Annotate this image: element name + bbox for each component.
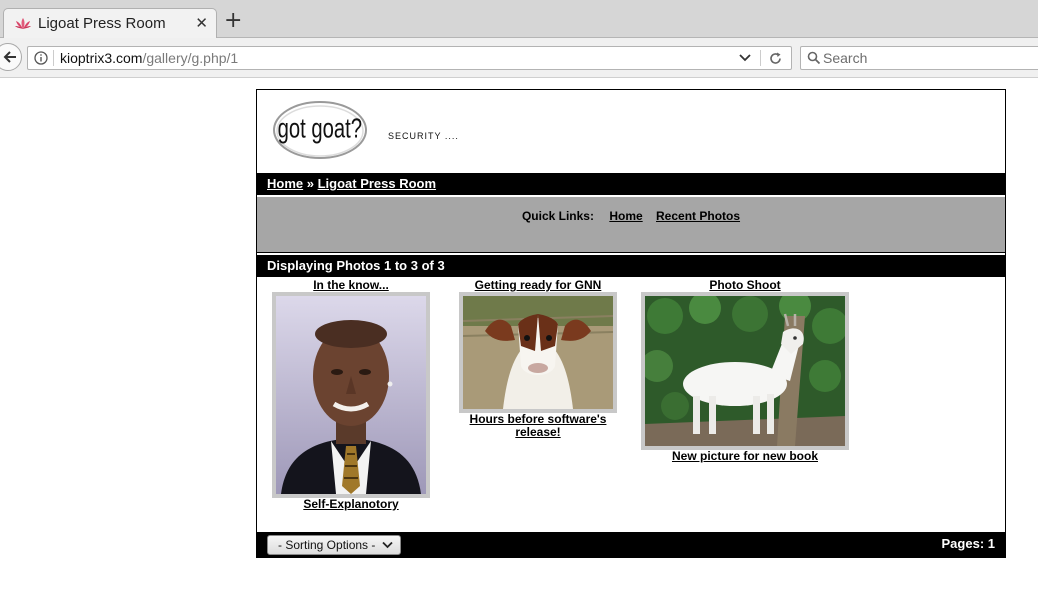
url-host: kioptrix3.com [60,50,143,66]
photo-thumbnail[interactable] [459,292,617,413]
breadcrumb: Home » Ligoat Press Room [257,173,1005,195]
quick-links-bar: Quick Links: Home Recent Photos [257,197,1005,253]
breadcrumb-current-link[interactable]: Ligoat Press Room [318,176,436,191]
chevron-down-icon [382,541,393,549]
white-goat-icon [645,296,845,446]
gallery-container: got goat? SECURITY .... Home » Ligoat Pr… [256,89,1006,558]
lotus-favicon-icon [15,18,31,29]
photo-grid: In the know... Self-Explanotory Getting … [257,279,1005,531]
new-tab-icon[interactable]: + [224,9,242,33]
photo-caption-link[interactable]: Hours before software's release! [459,413,617,439]
back-arrow-icon [3,51,16,63]
sorting-options-select[interactable]: - Sorting Options - [267,535,401,555]
navigation-bar: kioptrix3.com/gallery/g.php/1 [0,38,1038,78]
sorting-options-label: - Sorting Options - [278,538,376,552]
chevron-down-icon[interactable] [739,53,751,63]
url-bar[interactable]: kioptrix3.com/gallery/g.php/1 [27,46,792,70]
gallery-footer: - Sorting Options - Pages: 1 [257,532,1005,557]
info-icon[interactable] [34,51,48,65]
url-divider [53,50,54,66]
search-bar[interactable] [800,46,1038,70]
photo-item: Getting ready for GNN Hours before softw… [459,279,617,449]
portrait-man-icon [276,296,426,494]
site-header: got goat? SECURITY .... [257,90,1005,172]
tab-bar: Ligoat Press Room ✕ + [0,0,1038,38]
site-tagline: SECURITY .... [388,131,459,141]
photo-title-link[interactable]: Photo Shoot [641,279,849,292]
goat-closeup-icon [463,296,613,409]
photo-title-link[interactable]: In the know... [272,279,430,292]
breadcrumb-separator: » [303,176,318,191]
url-text[interactable]: kioptrix3.com/gallery/g.php/1 [60,49,238,67]
photo-count-bar: Displaying Photos 1 to 3 of 3 [257,255,1005,277]
browser-tab[interactable]: Ligoat Press Room ✕ [3,8,217,38]
quick-link-recent-photos[interactable]: Recent Photos [656,209,740,223]
url-divider [760,50,761,66]
reload-icon[interactable] [768,51,783,66]
svg-text:got goat?: got goat? [278,114,362,145]
photo-item: Photo Shoot New picture for new book [641,279,849,464]
back-button[interactable] [0,43,22,71]
photo-thumbnail[interactable] [272,292,430,498]
quick-link-home[interactable]: Home [609,209,642,223]
breadcrumb-home-link[interactable]: Home [267,176,303,191]
photo-item: In the know... Self-Explanotory [272,279,430,519]
url-path: /gallery/g.php/1 [142,50,239,66]
photo-title-link[interactable]: Getting ready for GNN [459,279,617,292]
search-input[interactable] [823,49,1023,67]
photo-caption-link[interactable]: Self-Explanotory [272,498,430,511]
pages-indicator: Pages: 1 [941,536,995,551]
photo-thumbnail[interactable] [641,292,849,450]
quick-links-label: Quick Links: [521,209,594,223]
got-goat-logo[interactable]: got goat? [272,100,368,160]
search-icon [807,51,821,65]
tab-title: Ligoat Press Room [38,15,166,32]
close-tab-icon[interactable]: ✕ [195,14,208,32]
photo-caption-link[interactable]: New picture for new book [641,450,849,463]
